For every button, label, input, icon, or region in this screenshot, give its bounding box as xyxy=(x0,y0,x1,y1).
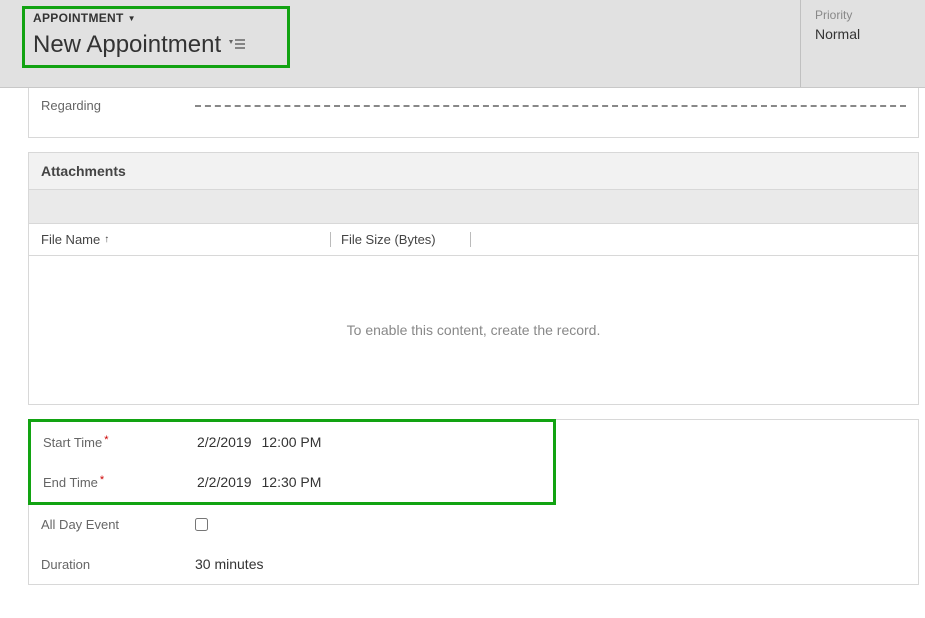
entity-type-dropdown[interactable]: APPOINTMENT ▼ xyxy=(33,11,279,31)
attachments-section-title: Attachments xyxy=(29,153,918,190)
all-day-row: All Day Event xyxy=(29,505,918,544)
time-panel: Start Time* 2/2/2019 12:00 PM End Time* … xyxy=(28,419,919,585)
column-filesize[interactable]: File Size (Bytes) xyxy=(331,232,471,247)
attachments-panel: Attachments File Name ↑ File Size (Bytes… xyxy=(28,152,919,405)
all-day-checkbox[interactable] xyxy=(195,518,208,531)
required-icon: * xyxy=(100,474,104,486)
start-time-label: Start Time* xyxy=(43,435,197,450)
sort-asc-icon: ↑ xyxy=(104,234,109,245)
entity-type-label: APPOINTMENT xyxy=(33,11,124,25)
end-time-label-text: End Time xyxy=(43,475,98,490)
start-time: 12:00 PM xyxy=(262,434,322,450)
start-time-row: Start Time* 2/2/2019 12:00 PM xyxy=(31,422,553,462)
all-day-label: All Day Event xyxy=(41,517,195,532)
end-time: 12:30 PM xyxy=(262,474,322,490)
duration-label: Duration xyxy=(41,557,195,572)
regarding-panel: Regarding xyxy=(28,88,919,138)
header-highlight: APPOINTMENT ▼ New Appointment xyxy=(22,6,290,68)
column-filename-label: File Name xyxy=(41,232,100,247)
regarding-input[interactable] xyxy=(195,105,906,107)
attachments-empty-message: To enable this content, create the recor… xyxy=(347,322,601,338)
start-time-value[interactable]: 2/2/2019 12:00 PM xyxy=(197,434,321,450)
end-time-label: End Time* xyxy=(43,475,197,490)
column-filesize-label: File Size (Bytes) xyxy=(341,232,436,247)
page-title: New Appointment xyxy=(33,31,279,59)
page-title-text: New Appointment xyxy=(33,31,221,59)
end-time-value[interactable]: 2/2/2019 12:30 PM xyxy=(197,474,321,490)
views-icon[interactable] xyxy=(229,38,245,52)
required-icon: * xyxy=(104,434,108,446)
end-time-row: End Time* 2/2/2019 12:30 PM xyxy=(31,462,553,502)
all-day-value xyxy=(195,518,208,531)
attachments-empty-state: To enable this content, create the recor… xyxy=(29,256,918,404)
regarding-label: Regarding xyxy=(41,98,191,113)
priority-value[interactable]: Normal xyxy=(815,26,905,42)
start-date: 2/2/2019 xyxy=(197,434,252,450)
column-filename[interactable]: File Name ↑ xyxy=(41,232,331,247)
page-header: APPOINTMENT ▼ New Appointment Priority N… xyxy=(0,0,925,88)
duration-row: Duration 30 minutes xyxy=(29,544,918,584)
times-highlight: Start Time* 2/2/2019 12:00 PM End Time* … xyxy=(28,419,556,505)
attachments-toolbar xyxy=(29,190,918,224)
header-left: APPOINTMENT ▼ New Appointment xyxy=(30,0,290,87)
content-area: Regarding Attachments File Name ↑ File S… xyxy=(0,88,925,593)
header-right: Priority Normal xyxy=(800,0,925,87)
end-date: 2/2/2019 xyxy=(197,474,252,490)
caret-down-icon: ▼ xyxy=(128,14,136,23)
priority-label: Priority xyxy=(815,8,905,22)
start-time-label-text: Start Time xyxy=(43,435,102,450)
attachments-column-headers: File Name ↑ File Size (Bytes) xyxy=(29,224,918,256)
duration-value[interactable]: 30 minutes xyxy=(195,556,263,572)
